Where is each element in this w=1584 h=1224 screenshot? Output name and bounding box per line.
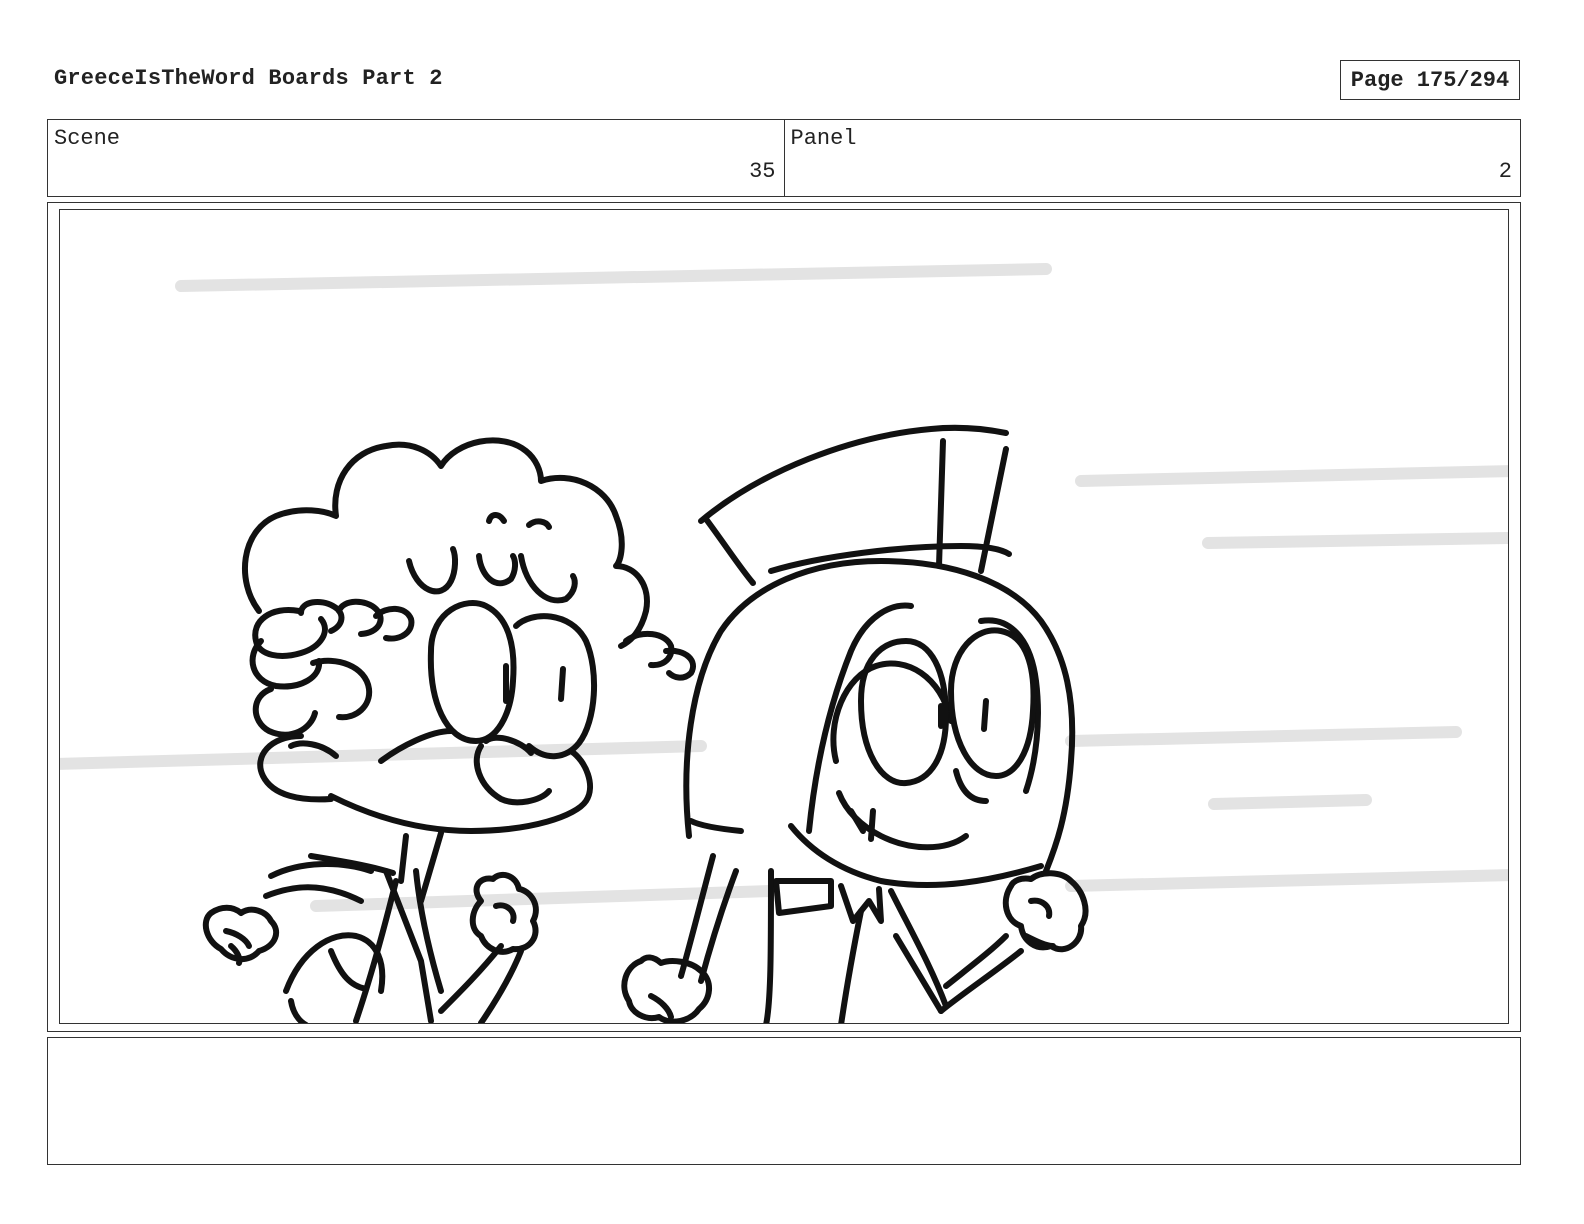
scene-panel-header: Scene 35 Panel 2 xyxy=(47,119,1521,197)
storyboard-frame xyxy=(59,209,1509,1024)
panel-notes-box xyxy=(47,1037,1521,1165)
page-number-badge: Page 175/294 xyxy=(1340,60,1520,100)
right-character xyxy=(621,424,1089,1023)
storyboard-sketch xyxy=(60,263,1508,1023)
left-character xyxy=(202,437,696,1023)
scene-cell: Scene 35 xyxy=(48,120,784,196)
panel-value: 2 xyxy=(1498,159,1512,184)
panel-label: Panel xyxy=(790,126,857,151)
scene-value: 35 xyxy=(749,159,776,184)
panel-cell: Panel 2 xyxy=(783,120,1521,196)
scene-label: Scene xyxy=(54,126,121,151)
speed-lines xyxy=(60,263,1508,912)
document-title: GreeceIsTheWord Boards Part 2 xyxy=(54,66,443,91)
